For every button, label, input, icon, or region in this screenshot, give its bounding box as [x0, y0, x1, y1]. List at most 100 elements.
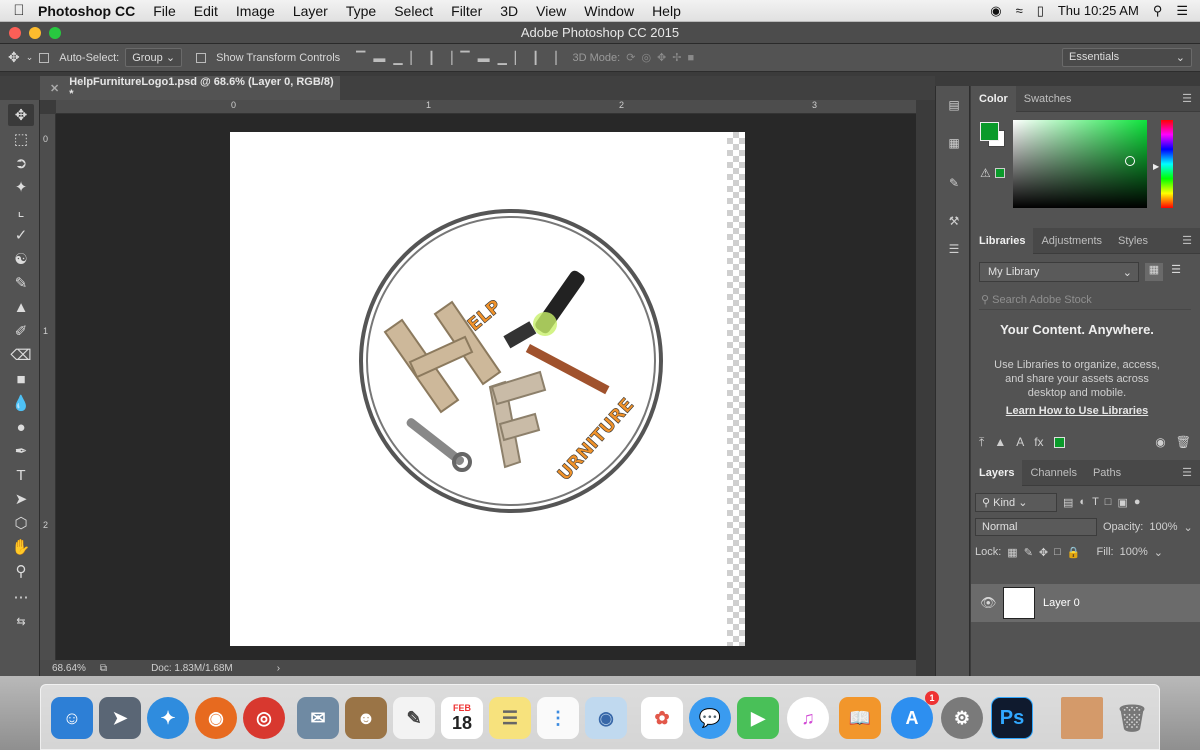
align-left-icon[interactable]: ▏ — [411, 51, 420, 65]
app-store-icon[interactable]: A 1 — [891, 691, 939, 739]
color-picker-handle[interactable] — [1125, 156, 1135, 166]
menu-file[interactable]: File — [153, 3, 176, 19]
quick-select-tool-icon[interactable]: ✦ — [8, 176, 34, 198]
visibility-eye-icon[interactable]: 👁 — [980, 595, 997, 611]
add-layer-style-icon[interactable]: fx — [1034, 435, 1043, 449]
auto-select-checkbox[interactable] — [39, 52, 53, 64]
distribute-vcenter-icon[interactable]: ▬ — [478, 51, 490, 65]
tab-color[interactable]: Color — [971, 85, 1016, 112]
tab-styles[interactable]: Styles — [1110, 228, 1156, 254]
menu-select[interactable]: Select — [394, 3, 433, 19]
align-hcenter-icon[interactable]: ┃ — [428, 51, 435, 65]
distribute-right-icon[interactable]: ▕ — [547, 51, 556, 65]
workspace-switcher[interactable]: Essentials ⌄ — [1062, 48, 1192, 67]
zoom-level[interactable]: 68.64% — [52, 663, 86, 674]
minimize-window-button[interactable] — [29, 27, 41, 39]
menu-image[interactable]: Image — [236, 3, 275, 19]
distribute-hcenter-icon[interactable]: ┃ — [532, 51, 539, 65]
close-window-button[interactable] — [9, 27, 21, 39]
eraser-tool-icon[interactable]: ⌫ — [8, 344, 34, 366]
blend-mode-dropdown[interactable]: Normal — [975, 518, 1097, 536]
tab-paths[interactable]: Paths — [1085, 460, 1129, 486]
lasso-tool-icon[interactable]: ➲ — [8, 152, 34, 174]
lock-artboard-icon[interactable]: □ — [1054, 546, 1061, 558]
grid-view-icon[interactable]: ▦ — [1145, 263, 1163, 281]
3d-orbit-icon[interactable]: ⟳ — [626, 51, 635, 64]
clock[interactable]: Thu 10:25 AM — [1058, 3, 1139, 18]
chevron-down-icon[interactable]: ⌄ — [26, 52, 34, 63]
properties-panel-icon[interactable]: ▦ — [945, 136, 963, 154]
library-dropdown[interactable]: My Library ⌄ — [979, 262, 1139, 282]
color-spectrum-field[interactable] — [1013, 120, 1147, 208]
notification-center-icon[interactable]: ☰ — [1176, 3, 1188, 19]
firefox-icon[interactable]: ◉ — [195, 697, 237, 739]
menu-type[interactable]: Type — [346, 3, 376, 19]
tab-layers[interactable]: Layers — [971, 459, 1023, 486]
zoom-window-button[interactable] — [49, 27, 61, 39]
lock-transparent-icon[interactable]: ▦ — [1007, 546, 1017, 559]
trash-icon[interactable]: 🗑 — [1111, 697, 1153, 739]
align-right-icon[interactable]: ▕ — [443, 51, 452, 65]
filter-toggle[interactable]: ● — [1134, 496, 1141, 508]
photos-icon[interactable]: ✿ — [641, 697, 683, 739]
gradient-tool-icon[interactable]: ■ — [8, 368, 34, 390]
preview-icon[interactable]: ◉ — [585, 697, 627, 739]
menu-filter[interactable]: Filter — [451, 3, 482, 19]
3d-scale-icon[interactable]: ■ — [687, 52, 694, 64]
facetime-icon[interactable]: ▶ — [737, 697, 779, 739]
brush-tool-icon[interactable]: ✎ — [8, 272, 34, 294]
history-panel-icon[interactable]: ▤ — [945, 98, 963, 116]
filter-pixel-icon[interactable]: ▤ — [1063, 496, 1073, 509]
contacts-icon[interactable]: ☻ — [345, 697, 387, 739]
hue-slider[interactable] — [1161, 120, 1173, 208]
creative-cloud-sync-icon[interactable]: ◉ — [1155, 435, 1165, 449]
notes-icon[interactable]: ☰ — [489, 697, 531, 739]
adjust-panel-icon[interactable]: ☰ — [945, 242, 963, 260]
more-tools-icon[interactable]: ⋯ — [8, 586, 34, 608]
menu-help[interactable]: Help — [652, 3, 681, 19]
blur-tool-icon[interactable]: 💧 — [8, 392, 34, 414]
wifi-icon[interactable]: ≈ — [1016, 3, 1023, 18]
chevron-down-icon[interactable]: ⌄ — [1154, 546, 1163, 559]
document-tab[interactable]: ✕ HelpFurnitureLogo1.psd @ 68.6% (Layer … — [40, 76, 340, 100]
filter-smart-object-icon[interactable]: ▣ — [1117, 496, 1127, 509]
path-selection-tool-icon[interactable]: ➤ — [8, 488, 34, 510]
status-menu-arrow-icon[interactable]: › — [277, 663, 280, 674]
mail-icon[interactable]: ✉ — [297, 697, 339, 739]
menu-edit[interactable]: Edit — [194, 3, 218, 19]
messages-icon[interactable]: 💬 — [689, 697, 731, 739]
out-of-gamut-warning-icon[interactable]: ⚠ — [980, 166, 991, 180]
downloads-stack-icon[interactable] — [1061, 697, 1103, 739]
clone-stamp-tool-icon[interactable]: ▲ — [8, 296, 34, 318]
tab-adjustments[interactable]: Adjustments — [1033, 228, 1110, 254]
upload-icon[interactable]: ⤒ — [979, 435, 984, 450]
add-text-style-icon[interactable]: A — [1016, 435, 1024, 449]
history-brush-tool-icon[interactable]: ✐ — [8, 320, 34, 342]
app-menu[interactable]: Photoshop CC — [38, 3, 135, 19]
panel-menu-icon[interactable]: ☰ — [1182, 92, 1200, 105]
learn-libraries-link[interactable]: Learn How to Use Libraries — [971, 405, 1183, 417]
swap-colors-icon[interactable]: ⇆ — [8, 610, 34, 632]
safari-icon[interactable]: ✦ — [147, 697, 189, 739]
marquee-tool-icon[interactable]: ⬚ — [8, 128, 34, 150]
color-foreground-swatch[interactable] — [980, 122, 999, 141]
align-top-icon[interactable]: ▔ — [356, 51, 365, 65]
finder-icon[interactable]: ☺ — [51, 697, 93, 739]
system-preferences-icon[interactable]: ⚙ — [941, 697, 983, 739]
healing-brush-tool-icon[interactable]: ☯ — [8, 248, 34, 270]
stock-search-input[interactable]: ⚲ Search Adobe Stock — [979, 290, 1191, 310]
zoom-tool-icon[interactable]: ⚲ — [8, 560, 34, 582]
itunes-icon[interactable]: ♫ — [787, 697, 829, 739]
shape-tool-icon[interactable]: ⬡ — [8, 512, 34, 534]
layer-name[interactable]: Layer 0 — [1043, 597, 1080, 609]
tab-channels[interactable]: Channels — [1022, 460, 1084, 486]
tab-swatches[interactable]: Swatches — [1016, 86, 1080, 112]
filter-adjustment-icon[interactable]: ◐ — [1079, 496, 1086, 508]
move-tool-preset-icon[interactable]: ✥ — [8, 49, 20, 66]
hand-tool-icon[interactable]: ✋ — [8, 536, 34, 558]
tab-libraries[interactable]: Libraries — [971, 227, 1034, 254]
move-tool-icon[interactable]: ✥ — [8, 104, 34, 126]
photoshop-icon[interactable]: Ps — [991, 697, 1033, 739]
menu-layer[interactable]: Layer — [293, 3, 328, 19]
creative-cloud-icon[interactable]: ◉ — [990, 3, 1001, 19]
